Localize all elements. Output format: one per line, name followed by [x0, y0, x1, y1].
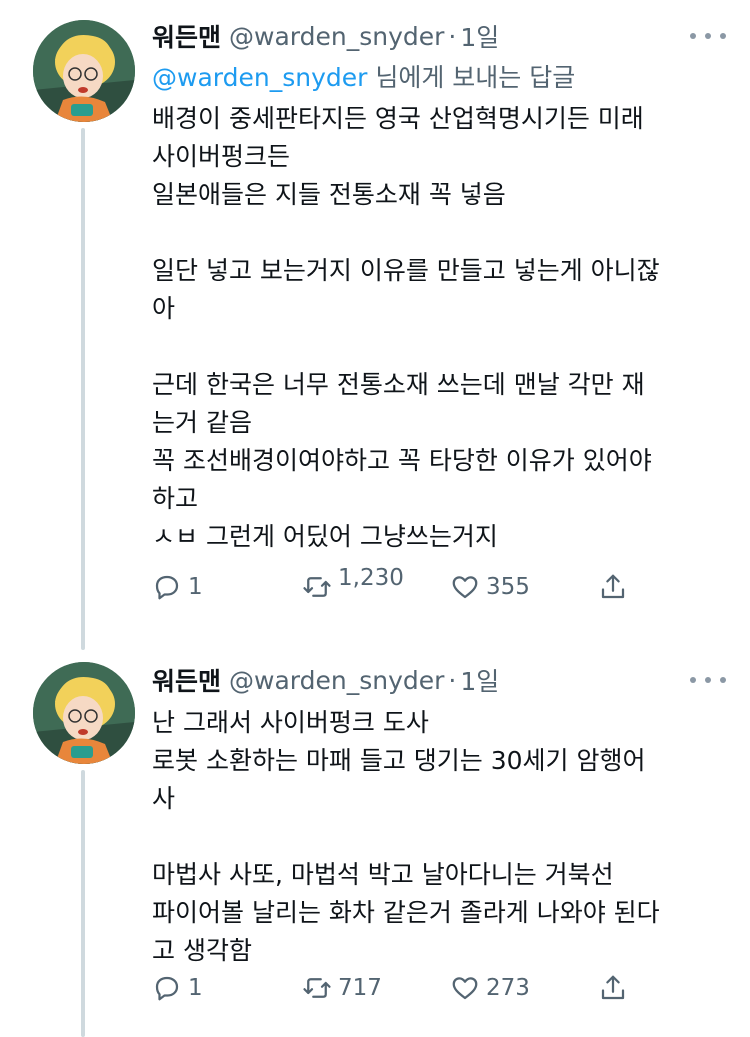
retweet-count: 1,230	[338, 565, 404, 591]
action-bar: 1 1,230 355	[152, 565, 625, 607]
retweet-icon	[303, 577, 331, 597]
heart-icon	[452, 977, 478, 1000]
reply-icon	[155, 575, 179, 600]
like-button[interactable]: 355	[450, 567, 530, 607]
share-icon	[601, 975, 625, 1000]
thread-line	[81, 770, 85, 1037]
retweet-button[interactable]: 1,230	[302, 565, 404, 607]
reply-count: 1	[188, 574, 203, 600]
avatar[interactable]	[33, 20, 135, 122]
like-count: 273	[486, 975, 530, 1001]
avatar[interactable]	[33, 662, 135, 764]
tweet[interactable]: 워든맨 @warden_snyder · 1일 @warden_snyder 님…	[0, 0, 750, 650]
tweet[interactable]: 워든맨 @warden_snyder · 1일 난 그래서 사이버펑크 도사 로…	[0, 650, 750, 1037]
avatar-image	[33, 20, 135, 122]
reply-icon	[155, 976, 179, 1001]
share-button[interactable]	[598, 968, 628, 1008]
share-icon	[601, 574, 625, 599]
like-count: 355	[486, 574, 530, 600]
retweet-button[interactable]: 717	[302, 968, 382, 1008]
reply-button[interactable]: 1	[152, 968, 203, 1008]
reply-count: 1	[188, 975, 203, 1001]
retweet-icon	[303, 978, 331, 998]
thread-line	[81, 128, 85, 650]
avatar-image	[33, 662, 135, 764]
share-button[interactable]	[598, 567, 628, 607]
retweet-count: 717	[338, 975, 382, 1001]
heart-icon	[452, 576, 478, 599]
action-bar: 1 717 273	[152, 968, 625, 1008]
like-button[interactable]: 273	[450, 968, 530, 1008]
reply-button[interactable]: 1	[152, 567, 203, 607]
